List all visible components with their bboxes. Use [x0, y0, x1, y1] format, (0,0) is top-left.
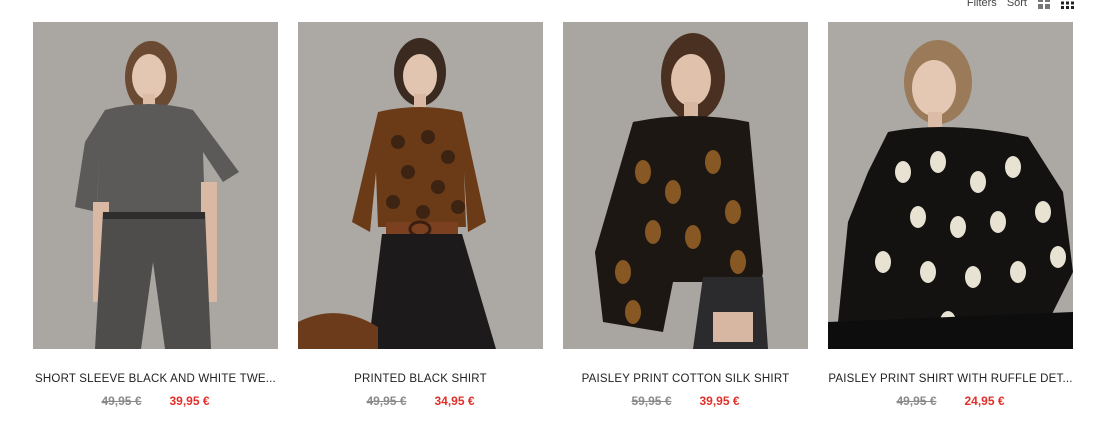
- product-card[interactable]: SHORT SLEEVE BLACK AND WHITE TWE... 49,9…: [33, 22, 278, 408]
- sale-price: 39,95 €: [169, 394, 210, 408]
- product-name[interactable]: PAISLEY PRINT SHIRT WITH RUFFLE DET...: [828, 373, 1073, 385]
- price-row: 49,95 € 24,95 €: [896, 394, 1004, 408]
- product-name[interactable]: SHORT SLEEVE BLACK AND WHITE TWE...: [33, 373, 278, 385]
- price-row: 49,95 € 34,95 €: [366, 394, 474, 408]
- filters-button[interactable]: Filters: [967, 0, 997, 9]
- sale-price: 39,95 €: [699, 394, 740, 408]
- product-card[interactable]: PAISLEY PRINT SHIRT WITH RUFFLE DET... 4…: [828, 22, 1073, 408]
- sort-button[interactable]: Sort: [1007, 0, 1027, 9]
- original-price: 49,95 €: [101, 394, 142, 408]
- price-row: 59,95 € 39,95 €: [631, 394, 739, 408]
- original-price: 59,95 €: [631, 394, 672, 408]
- product-name[interactable]: PRINTED BLACK SHIRT: [298, 373, 543, 385]
- product-image[interactable]: [33, 22, 278, 349]
- product-image[interactable]: [298, 22, 543, 349]
- listing-toolbar: Filters Sort: [967, 0, 1075, 10]
- grid-3x3-icon[interactable]: [1061, 0, 1075, 9]
- sale-price: 34,95 €: [434, 394, 475, 408]
- product-grid: SHORT SLEEVE BLACK AND WHITE TWE... 49,9…: [33, 22, 1073, 408]
- original-price: 49,95 €: [896, 394, 937, 408]
- original-price: 49,95 €: [366, 394, 407, 408]
- grid-2x2-icon[interactable]: [1037, 0, 1051, 9]
- product-card[interactable]: PRINTED BLACK SHIRT 49,95 € 34,95 €: [298, 22, 543, 408]
- price-row: 49,95 € 39,95 €: [101, 394, 209, 408]
- product-image[interactable]: [563, 22, 808, 349]
- sale-price: 24,95 €: [964, 394, 1005, 408]
- product-image[interactable]: [828, 22, 1073, 349]
- product-card[interactable]: PAISLEY PRINT COTTON SILK SHIRT 59,95 € …: [563, 22, 808, 408]
- product-name[interactable]: PAISLEY PRINT COTTON SILK SHIRT: [563, 373, 808, 385]
